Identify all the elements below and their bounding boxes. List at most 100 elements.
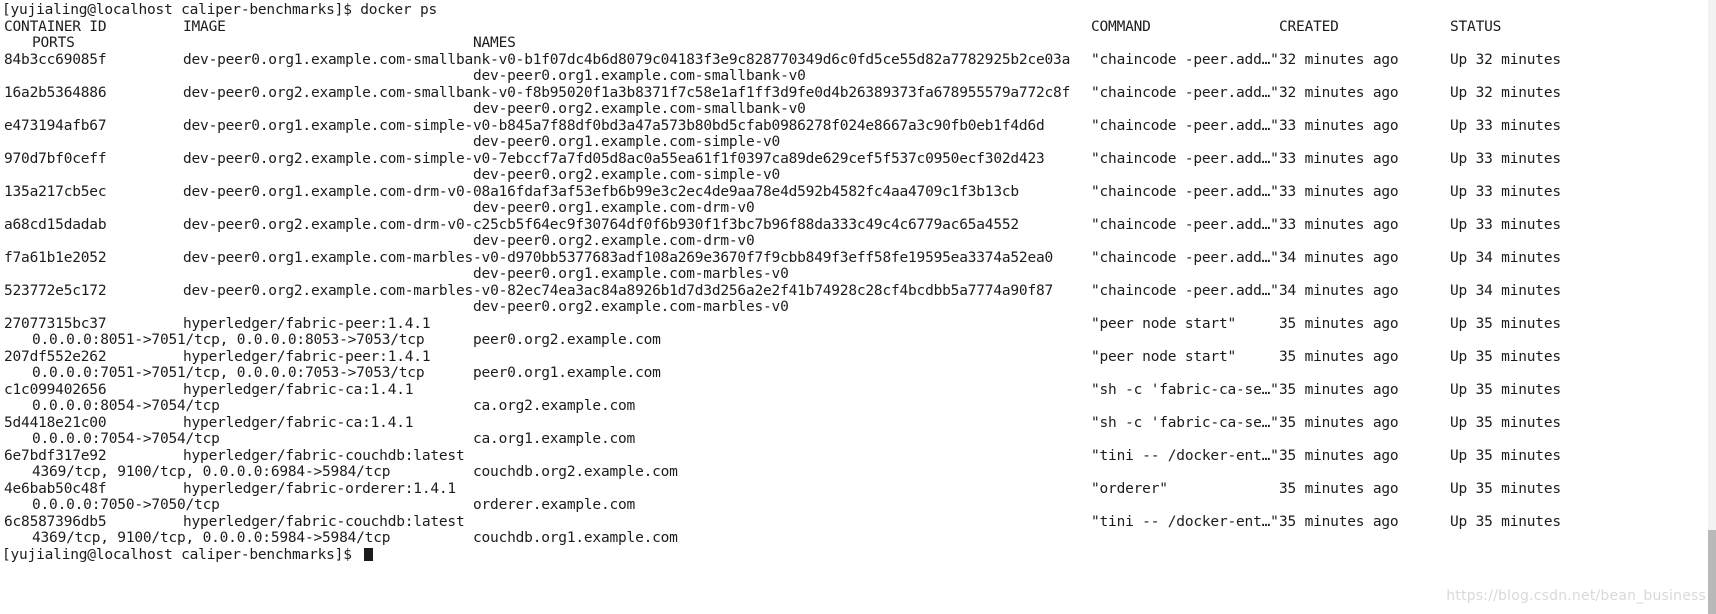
cell-status: Up 35 minutes (1450, 381, 1561, 398)
header-container-id: CONTAINER ID (4, 18, 107, 35)
cell-names: dev-peer0.org1.example.com-drm-v0 (473, 200, 755, 216)
cell-names: ca.org1.example.com (473, 431, 636, 447)
table-row: 207df552e262 hyperledger/fabric-peer:1.4.… (2, 349, 1716, 366)
cell-container-id: 16a2b5364886 (4, 84, 107, 101)
cell-container-id: f7a61b1e2052 (4, 249, 107, 266)
table-row: c1c099402656 hyperledger/fabric-ca:1.4.1 "… (2, 382, 1716, 399)
cell-command: "chaincode -peer.add…" (1091, 183, 1279, 200)
cell-image: hyperledger/fabric-couchdb:latest (183, 513, 465, 530)
cell-image: dev-peer0.org2.example.com-simple-v0-7eb… (183, 150, 1045, 167)
cell-ports: 4369/tcp, 9100/tcp, 0.0.0.0:6984->5984/t… (32, 464, 391, 480)
cell-created: 35 minutes ago (1279, 513, 1399, 530)
table-row-continuation: dev-peer0.org2.example.com-simple-v0 (2, 167, 1716, 184)
cell-ports: 0.0.0.0:7054->7054/tcp (32, 431, 220, 447)
table-header-line-1: CONTAINER ID IMAGE COMMAND CREATED STATU… (2, 19, 1716, 36)
table-row-continuation: 0.0.0.0:7051->7051/tcp, 0.0.0.0:7053->70… (2, 365, 1716, 382)
table-row: 16a2b5364886 dev-peer0.org2.example.com-s… (2, 85, 1716, 102)
cell-image: hyperledger/fabric-ca:1.4.1 (183, 414, 414, 431)
table-row-continuation: 0.0.0.0:7050->7050/tcp orderer.example.co… (2, 497, 1716, 514)
cell-status: Up 35 minutes (1450, 315, 1561, 332)
table-row-continuation: dev-peer0.org1.example.com-simple-v0 (2, 134, 1716, 151)
cell-names: couchdb.org2.example.com (473, 464, 678, 480)
cell-status: Up 34 minutes (1450, 282, 1561, 299)
cell-ports: 0.0.0.0:7051->7051/tcp, 0.0.0.0:7053->70… (32, 365, 425, 381)
table-row-continuation: 0.0.0.0:8051->7051/tcp, 0.0.0.0:8053->70… (2, 332, 1716, 349)
scrollbar-thumb[interactable] (1708, 530, 1716, 614)
command-prompt-line: [yujialing@localhost caliper-benchmarks]… (2, 2, 438, 18)
bottom-prompt-line: [yujialing@localhost caliper-benchmarks]… (2, 547, 1716, 564)
table-row: 135a217cb5ec dev-peer0.org1.example.com-d… (2, 184, 1716, 201)
terminal-window[interactable]: [yujialing@localhost caliper-benchmarks]… (0, 0, 1716, 614)
table-row-continuation: 4369/tcp, 9100/tcp, 0.0.0.0:6984->5984/t… (2, 464, 1716, 481)
cell-names: dev-peer0.org2.example.com-smallbank-v0 (473, 101, 806, 117)
cell-container-id: c1c099402656 (4, 381, 107, 398)
cell-status: Up 32 minutes (1450, 51, 1561, 68)
cell-names: ca.org2.example.com (473, 398, 636, 414)
cell-container-id: 207df552e262 (4, 348, 107, 365)
cell-status: Up 35 minutes (1450, 447, 1561, 464)
table-row-continuation: dev-peer0.org1.example.com-drm-v0 (2, 200, 1716, 217)
table-row-continuation: dev-peer0.org1.example.com-smallbank-v0 (2, 68, 1716, 85)
cell-ports: 0.0.0.0:7050->7050/tcp (32, 497, 220, 513)
table-row: 4e6bab50c48f hyperledger/fabric-orderer:1… (2, 481, 1716, 498)
table-row-continuation: 4369/tcp, 9100/tcp, 0.0.0.0:5984->5984/t… (2, 530, 1716, 547)
cell-command: "peer node start" (1091, 315, 1237, 332)
cell-created: 33 minutes ago (1279, 117, 1399, 134)
table-row-continuation: dev-peer0.org2.example.com-marbles-v0 (2, 299, 1716, 316)
cell-command: "chaincode -peer.add…" (1091, 117, 1279, 134)
cell-container-id: 4e6bab50c48f (4, 480, 107, 497)
container-list: 84b3cc69085f dev-peer0.org1.example.com-s… (2, 52, 1716, 547)
table-row: a68cd15dadab dev-peer0.org2.example.com-d… (2, 217, 1716, 234)
cell-ports: 0.0.0.0:8054->7054/tcp (32, 398, 220, 414)
cell-status: Up 32 minutes (1450, 84, 1561, 101)
cell-image: dev-peer0.org1.example.com-marbles-v0-d9… (183, 249, 1054, 266)
table-row-continuation: 0.0.0.0:7054->7054/tcp ca.org1.example.co… (2, 431, 1716, 448)
table-row-continuation: dev-peer0.org2.example.com-drm-v0 (2, 233, 1716, 250)
cell-status: Up 33 minutes (1450, 150, 1561, 167)
cell-created: 33 minutes ago (1279, 216, 1399, 233)
cell-status: Up 33 minutes (1450, 117, 1561, 134)
table-row-continuation: dev-peer0.org1.example.com-marbles-v0 (2, 266, 1716, 283)
cell-container-id: 523772e5c172 (4, 282, 107, 299)
header-names: NAMES (473, 35, 516, 51)
cell-created: 32 minutes ago (1279, 84, 1399, 101)
cell-status: Up 35 minutes (1450, 348, 1561, 365)
cell-command: "chaincode -peer.add…" (1091, 282, 1279, 299)
cell-command: "sh -c 'fabric-ca-se…" (1091, 381, 1279, 398)
cell-command: "chaincode -peer.add…" (1091, 216, 1279, 233)
cell-command: "sh -c 'fabric-ca-se…" (1091, 414, 1279, 431)
cell-command: "tini -- /docker-ent…" (1091, 447, 1279, 464)
cell-container-id: 970d7bf0ceff (4, 150, 107, 167)
cell-ports: 0.0.0.0:8051->7051/tcp, 0.0.0.0:8053->70… (32, 332, 425, 348)
cell-names: peer0.org2.example.com (473, 332, 661, 348)
table-row: f7a61b1e2052 dev-peer0.org1.example.com-m… (2, 250, 1716, 267)
table-row: 6e7bdf317e92 hyperledger/fabric-couchdb:l… (2, 448, 1716, 465)
table-row: 5d4418e21c00 hyperledger/fabric-ca:1.4.1 "… (2, 415, 1716, 432)
cell-container-id: 84b3cc69085f (4, 51, 107, 68)
cell-names: dev-peer0.org2.example.com-drm-v0 (473, 233, 755, 249)
cell-image: dev-peer0.org1.example.com-simple-v0-b84… (183, 117, 1045, 134)
scrollbar-track[interactable] (1708, 0, 1716, 614)
cell-image: hyperledger/fabric-orderer:1.4.1 (183, 480, 456, 497)
cell-image: dev-peer0.org2.example.com-marbles-v0-82… (183, 282, 1054, 299)
header-command: COMMAND (1091, 18, 1151, 35)
cell-image: hyperledger/fabric-ca:1.4.1 (183, 381, 414, 398)
cell-command: "orderer" (1091, 480, 1168, 497)
header-image: IMAGE (183, 18, 226, 35)
cell-names: orderer.example.com (473, 497, 636, 513)
table-row: e473194afb67 dev-peer0.org1.example.com-s… (2, 118, 1716, 135)
cell-status: Up 35 minutes (1450, 414, 1561, 431)
cell-names: dev-peer0.org1.example.com-smallbank-v0 (473, 68, 806, 84)
cell-created: 35 minutes ago (1279, 447, 1399, 464)
cell-created: 33 minutes ago (1279, 150, 1399, 167)
cell-created: 35 minutes ago (1279, 381, 1399, 398)
cell-created: 34 minutes ago (1279, 282, 1399, 299)
table-row: 970d7bf0ceff dev-peer0.org2.example.com-s… (2, 151, 1716, 168)
cell-command: "chaincode -peer.add…" (1091, 150, 1279, 167)
cell-command: "peer node start" (1091, 348, 1237, 365)
cell-created: 35 minutes ago (1279, 348, 1399, 365)
cell-created: 35 minutes ago (1279, 315, 1399, 332)
cell-ports: 4369/tcp, 9100/tcp, 0.0.0.0:5984->5984/t… (32, 530, 391, 546)
cell-status: Up 35 minutes (1450, 480, 1561, 497)
cell-container-id: 5d4418e21c00 (4, 414, 107, 431)
